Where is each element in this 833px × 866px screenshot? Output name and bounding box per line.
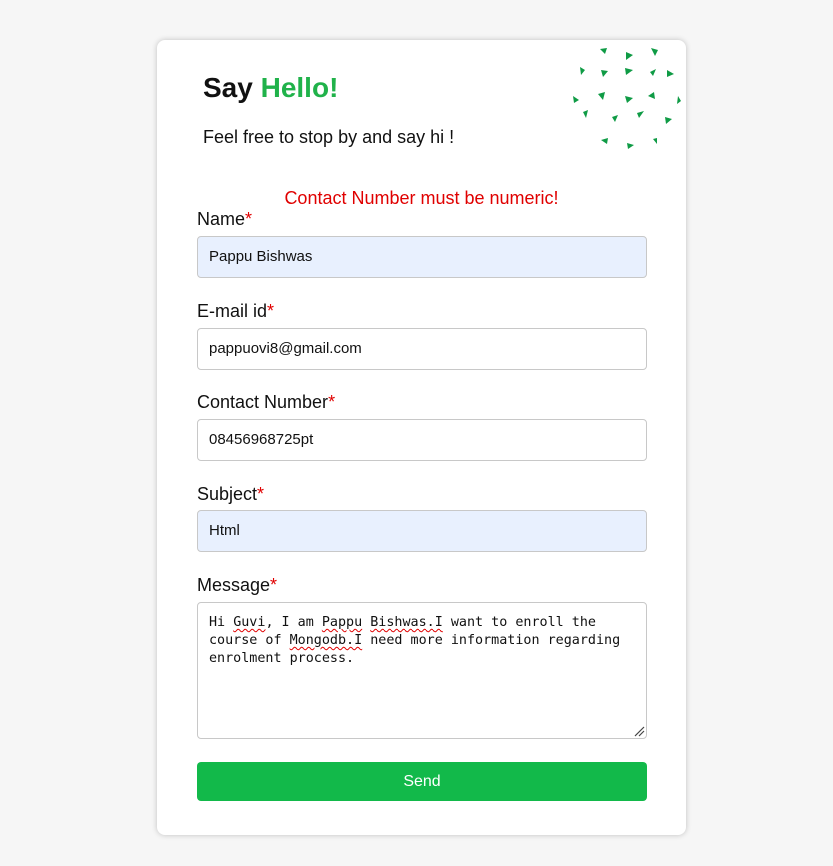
title-prefix: Say	[203, 72, 253, 103]
message-text: Hi	[209, 615, 234, 630]
triangle-confetti-decoration	[573, 48, 681, 149]
page-subtitle: Feel free to stop by and say hi !	[203, 127, 455, 147]
misspelled-word: Pappu	[321, 615, 363, 630]
name-input[interactable]: Pappu Bishwas	[197, 236, 647, 278]
resize-handle-icon[interactable]	[633, 725, 645, 737]
email-input[interactable]: pappuovi8@gmail.com	[197, 328, 647, 370]
required-marker: *	[245, 209, 253, 229]
email-label-text: E-mail id	[197, 301, 268, 321]
validation-error: Contact Number must be numeric!	[284, 188, 559, 208]
contact-card: Say Hello! Feel free to stop by and say …	[157, 40, 686, 835]
required-marker: *	[328, 392, 336, 412]
subject-input[interactable]: Html	[197, 510, 647, 552]
contact-number-input[interactable]: 08456968725pt	[197, 419, 647, 461]
contact-label: Contact Number*	[197, 391, 335, 413]
message-label-text: Message	[197, 575, 271, 595]
email-label: E-mail id*	[197, 300, 274, 322]
message-textarea[interactable]: Hi Guvi, I am Pappu Bishwas.I want to en…	[197, 602, 647, 739]
required-marker: *	[267, 301, 275, 321]
contact-label-text: Contact Number	[197, 392, 329, 412]
required-marker: *	[270, 575, 278, 595]
message-text: , I am	[265, 615, 322, 630]
name-label: Name*	[197, 208, 252, 230]
misspelled-word: Bishwas.I	[370, 615, 443, 630]
required-marker: *	[257, 484, 265, 504]
misspelled-word: Mongodb.I	[289, 633, 363, 648]
misspelled-word: Guvi	[233, 615, 266, 630]
title-accent: Hello!	[260, 72, 339, 103]
send-button[interactable]: Send	[197, 762, 647, 801]
page-title: Say Hello!	[203, 71, 338, 105]
name-label-text: Name	[197, 209, 246, 229]
message-label: Message*	[197, 574, 277, 596]
subject-label-text: Subject	[197, 484, 258, 504]
subject-label: Subject*	[197, 483, 264, 505]
